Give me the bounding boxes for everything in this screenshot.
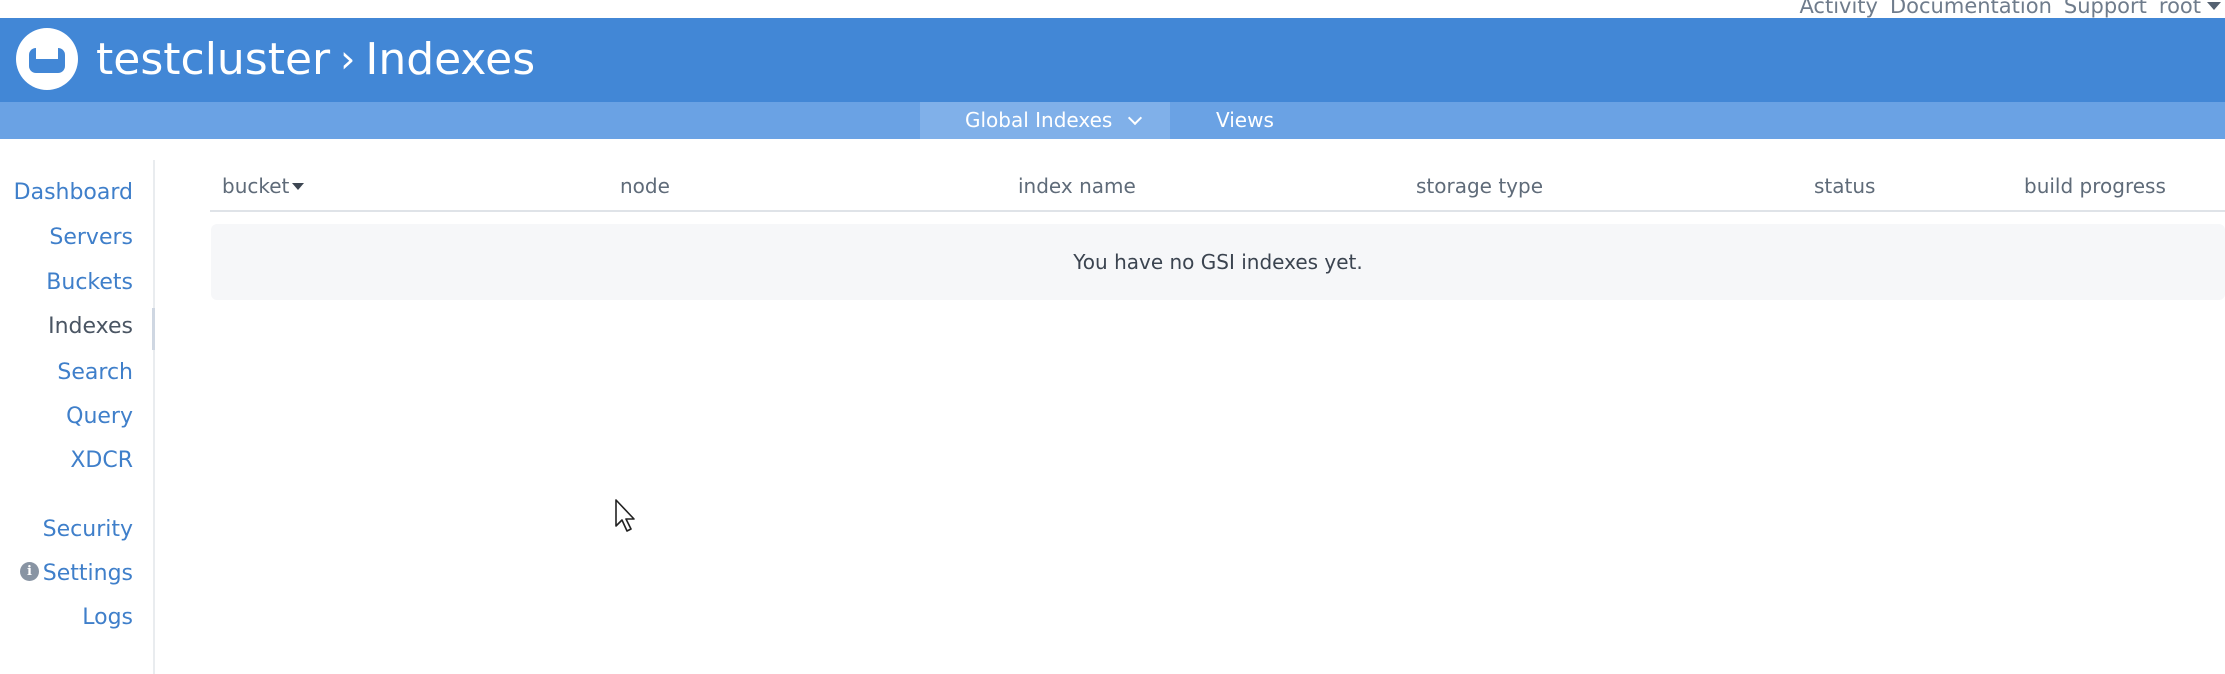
documentation-link[interactable]: Documentation [1890,0,2052,18]
column-label: bucket [222,174,290,198]
sidebar-item-search[interactable]: Search [57,360,133,385]
breadcrumb-separator: › [340,37,356,81]
user-name: root [2158,0,2201,18]
indexes-table-header: bucket node index name storage type stat… [210,160,2225,212]
sidebar-item-buckets[interactable]: Buckets [46,270,133,295]
tab-global-indexes-label: Global Indexes [965,108,1113,132]
app-window: Activity Documentation Support root test… [0,0,2225,674]
tab-views[interactable]: Views [1216,102,1274,139]
sidebar-item-dashboard[interactable]: Dashboard [14,180,133,205]
caret-down-icon [2207,2,2221,10]
sidebar-item-logs[interactable]: Logs [82,605,133,630]
sub-navigation: Global Indexes Views [0,102,2225,139]
couchbase-logo-icon[interactable] [16,28,78,90]
column-header-storage-type[interactable]: storage type [1416,174,1543,198]
sidebar-item-settings[interactable]: Settings [43,561,133,586]
cluster-name[interactable]: testcluster [96,34,330,85]
sidebar-item-query[interactable]: Query [66,404,133,429]
column-header-index-name[interactable]: index name [1018,174,1136,198]
active-indicator [152,308,155,350]
mouse-pointer-icon [614,498,638,538]
activity-link[interactable]: Activity [1799,0,1878,18]
page-title: testcluster › Indexes [96,34,535,87]
chevron-down-icon [1128,110,1143,126]
sidebar-nav: Dashboard Servers Buckets Indexes Search… [0,160,155,674]
column-header-bucket[interactable]: bucket [222,174,305,198]
tab-views-label: Views [1216,108,1274,132]
page-name: Indexes [365,34,536,85]
user-menu[interactable]: root [2159,0,2221,18]
top-strip: Activity Documentation Support root [0,0,2225,18]
tab-global-indexes[interactable]: Global Indexes [920,102,1170,139]
top-links: Activity Documentation Support root [1799,0,2221,18]
support-link[interactable]: Support [2064,0,2147,18]
info-icon[interactable]: i [20,562,39,581]
empty-state-message: You have no GSI indexes yet. [211,224,2225,300]
sort-down-icon [292,183,305,190]
column-header-build-progress[interactable]: build progress [2024,174,2166,198]
sidebar-item-servers[interactable]: Servers [49,225,133,250]
column-header-status[interactable]: status [1814,174,1875,198]
sidebar-item-security[interactable]: Security [43,517,133,542]
column-header-node[interactable]: node [620,174,670,198]
sidebar-item-xdcr[interactable]: XDCR [70,448,133,473]
header-bar: testcluster › Indexes [0,18,2225,102]
sidebar-item-indexes[interactable]: Indexes [48,314,133,339]
